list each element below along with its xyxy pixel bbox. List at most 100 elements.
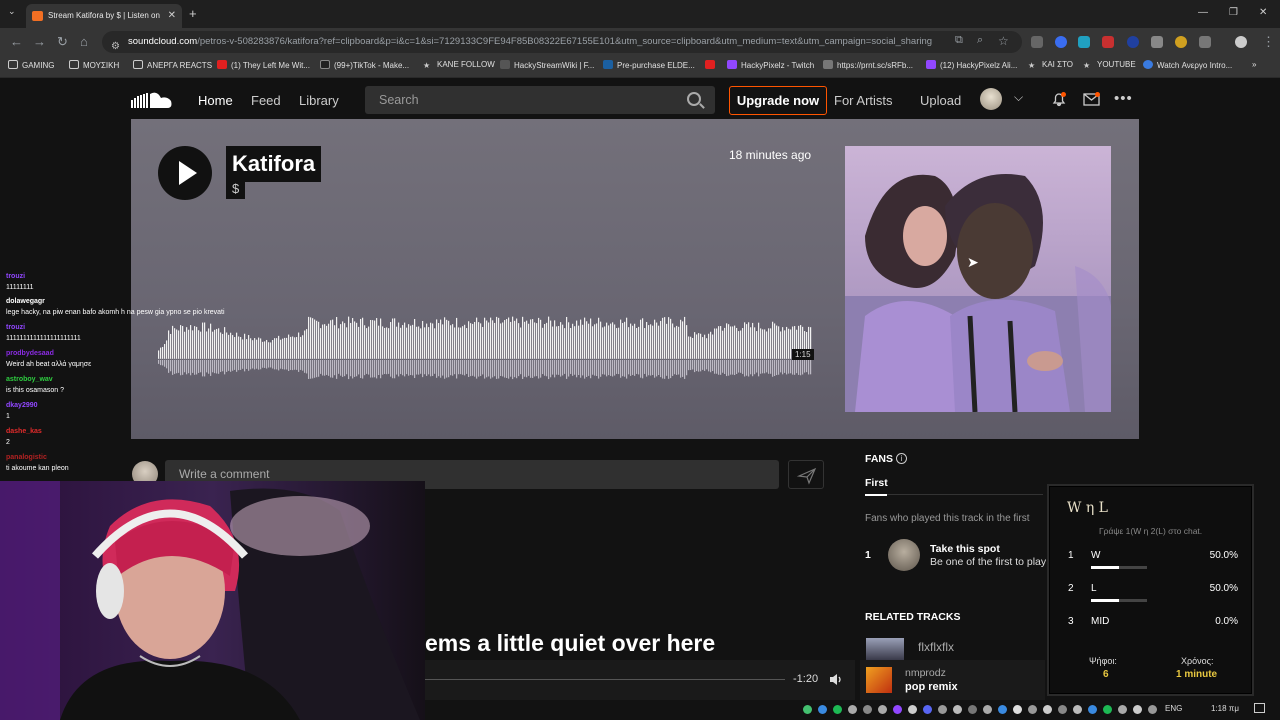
bookmark-item[interactable]: ★ ΚΑΙ ΣΤΟ bbox=[1028, 60, 1073, 70]
waveform-bar-reflection bbox=[754, 360, 756, 375]
install-icon[interactable]: ⧉ bbox=[955, 34, 963, 47]
bookmark-item[interactable]: (12) HackyPixelz Ali... bbox=[926, 60, 1017, 70]
tray-icon[interactable] bbox=[938, 705, 947, 714]
bookmark-item[interactable] bbox=[705, 60, 719, 70]
tray-icon[interactable] bbox=[953, 705, 962, 714]
extension-icon[interactable] bbox=[1127, 36, 1139, 48]
browser-menu-icon[interactable]: ⋮ bbox=[1262, 34, 1275, 50]
ime-language[interactable]: ENG bbox=[1165, 704, 1182, 713]
close-window-icon[interactable]: ✕ bbox=[1259, 7, 1267, 18]
track-artist[interactable]: $ bbox=[226, 179, 246, 199]
tray-icon[interactable] bbox=[863, 705, 872, 714]
back-icon[interactable]: ← bbox=[10, 34, 23, 49]
extensions-puzzle-icon[interactable] bbox=[1199, 36, 1211, 48]
bookmark-item[interactable]: Pre-purchase ELDE... bbox=[603, 60, 695, 70]
tray-icon[interactable] bbox=[1148, 705, 1157, 714]
tray-icon[interactable] bbox=[893, 705, 902, 714]
bookmark-item[interactable]: GAMING bbox=[8, 60, 54, 70]
notification-center-icon[interactable] bbox=[1254, 703, 1265, 713]
send-comment-button[interactable] bbox=[788, 460, 824, 489]
progress-track[interactable] bbox=[425, 679, 785, 680]
nav-feed[interactable]: Feed bbox=[251, 93, 281, 108]
bookmark-item[interactable]: (1) They Left Me Wit... bbox=[217, 60, 310, 70]
minimize-icon[interactable]: — bbox=[1198, 7, 1208, 18]
upload-link[interactable]: Upload bbox=[920, 93, 961, 108]
related-track-artist[interactable]: nmprodz bbox=[905, 667, 946, 679]
new-tab-icon[interactable]: + bbox=[189, 6, 197, 21]
play-button[interactable] bbox=[158, 146, 212, 200]
tray-icon[interactable] bbox=[1118, 705, 1127, 714]
maximize-icon[interactable]: ❐ bbox=[1229, 7, 1238, 18]
track-artwork[interactable]: ➤ bbox=[845, 146, 1111, 412]
tray-icon[interactable] bbox=[1103, 705, 1112, 714]
profile-avatar-icon[interactable] bbox=[1235, 36, 1247, 48]
related-track-artwork[interactable] bbox=[866, 667, 892, 693]
messages-icon[interactable] bbox=[1083, 92, 1100, 106]
home-icon[interactable]: ⌂ bbox=[80, 34, 88, 49]
related-track-title[interactable]: flxflxflx bbox=[918, 640, 954, 654]
chevron-down-icon[interactable]: ⌵ bbox=[1014, 90, 1023, 105]
tray-icon[interactable] bbox=[1133, 705, 1142, 714]
bookmark-item[interactable]: https://prnt.sc/sRFb... bbox=[823, 60, 913, 70]
bookmark-item[interactable]: Watch Ανεργο Intro... bbox=[1143, 60, 1232, 70]
bookmark-item[interactable]: ΑΝΕΡΓΑ REACTS bbox=[133, 60, 212, 70]
extension-icon[interactable] bbox=[1078, 36, 1090, 48]
tray-icon[interactable] bbox=[1028, 705, 1037, 714]
tray-icon[interactable] bbox=[998, 705, 1007, 714]
tray-icon[interactable] bbox=[1043, 705, 1052, 714]
forward-icon[interactable]: → bbox=[33, 34, 46, 49]
waveform[interactable] bbox=[158, 305, 812, 385]
tray-icon[interactable] bbox=[818, 705, 827, 714]
clock[interactable]: 1:18 πμ bbox=[1211, 704, 1239, 713]
info-icon[interactable]: i bbox=[896, 453, 907, 464]
url-bar[interactable]: ⚙ soundcloud.com/petros-v-508283876/kati… bbox=[102, 31, 1022, 53]
tray-icon[interactable] bbox=[908, 705, 917, 714]
volume-icon[interactable] bbox=[829, 673, 843, 686]
related-track-artwork[interactable] bbox=[866, 638, 904, 660]
nav-library[interactable]: Library bbox=[299, 93, 339, 108]
site-info-icon[interactable]: ⚙ bbox=[111, 36, 120, 53]
discord-icon[interactable] bbox=[923, 705, 932, 714]
tab-first[interactable]: First bbox=[865, 477, 888, 489]
extension-icon[interactable] bbox=[1102, 36, 1114, 48]
tray-icon[interactable] bbox=[983, 705, 992, 714]
bookmark-item[interactable]: (99+)TikTok - Make... bbox=[320, 60, 409, 70]
tray-icon[interactable] bbox=[968, 705, 977, 714]
extension-icon[interactable] bbox=[1151, 36, 1163, 48]
spotify-icon[interactable] bbox=[833, 705, 842, 714]
for-artists-link[interactable]: For Artists bbox=[834, 93, 893, 108]
soundcloud-logo-icon[interactable] bbox=[131, 92, 173, 108]
nav-home[interactable]: Home bbox=[198, 93, 233, 108]
bookmark-item[interactable]: HackyStreamWiki | F... bbox=[500, 60, 594, 70]
bookmark-star-icon[interactable]: ☆ bbox=[998, 34, 1009, 48]
extension-icon[interactable] bbox=[1055, 36, 1067, 48]
notifications-bell-icon[interactable] bbox=[1051, 91, 1067, 107]
track-title[interactable]: Katifora bbox=[226, 146, 322, 182]
more-options-icon[interactable]: ••• bbox=[1114, 90, 1133, 107]
extension-icon[interactable] bbox=[1031, 36, 1043, 48]
waveform-bar-reflection bbox=[194, 360, 196, 375]
upgrade-button[interactable]: Upgrade now bbox=[729, 86, 827, 115]
avatar[interactable] bbox=[980, 88, 1002, 110]
reload-icon[interactable]: ↻ bbox=[57, 34, 68, 50]
related-track-title[interactable]: pop remix bbox=[905, 681, 958, 693]
browser-tab[interactable]: Stream Katifora by $ | Listen on ✕ bbox=[26, 4, 182, 28]
bookmark-item[interactable]: ★ YOUTUBE bbox=[1083, 60, 1136, 70]
zoom-icon[interactable]: ⌕ bbox=[977, 34, 983, 47]
tab-search-icon[interactable]: ⌄ bbox=[8, 6, 16, 17]
close-tab-icon[interactable]: ✕ bbox=[168, 4, 176, 28]
tray-icon[interactable] bbox=[1088, 705, 1097, 714]
tray-icon[interactable] bbox=[848, 705, 857, 714]
tray-icon[interactable] bbox=[878, 705, 887, 714]
bookmark-item[interactable]: ★ KANE FOLLOW bbox=[423, 60, 495, 70]
bookmark-item[interactable]: ΜΟΥΣΙΚΗ bbox=[69, 60, 119, 70]
search-input[interactable]: Search bbox=[365, 86, 715, 114]
tray-icon[interactable] bbox=[1073, 705, 1082, 714]
bookmark-item[interactable]: HackyPixelz - Twitch bbox=[727, 60, 814, 70]
extension-icon[interactable] bbox=[1175, 36, 1187, 48]
search-icon[interactable] bbox=[687, 92, 701, 106]
tray-icon[interactable] bbox=[1058, 705, 1067, 714]
more-bookmarks-icon[interactable]: » bbox=[1252, 60, 1256, 69]
tray-icon[interactable] bbox=[1013, 705, 1022, 714]
tray-icon[interactable] bbox=[803, 705, 812, 714]
